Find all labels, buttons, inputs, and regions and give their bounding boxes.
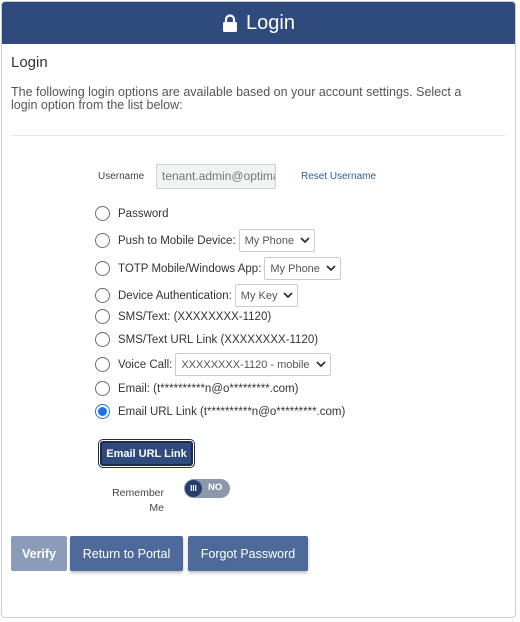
option-sms-url[interactable]: SMS/Text URL Link (XXXXXXXX-1120) — [95, 332, 318, 347]
option-email-url[interactable]: Email URL Link (t**********n@o*********.… — [95, 404, 345, 419]
lock-icon — [222, 13, 238, 33]
totp-device-select[interactable]: My Phone — [264, 257, 341, 280]
device-auth-select[interactable]: My Key — [234, 284, 299, 307]
intro-text: The following login options are availabl… — [11, 85, 462, 112]
option-label: Password — [118, 207, 169, 220]
radio-voice-call[interactable] — [95, 357, 110, 372]
option-sms[interactable]: SMS/Text: (XXXXXXXX-1120) — [95, 309, 271, 324]
push-device-select[interactable]: My Phone — [238, 229, 316, 252]
chevron-down-icon — [300, 237, 310, 244]
option-label: Email: (t**********n@o*********.com) — [118, 382, 299, 395]
divider — [11, 135, 505, 136]
option-totp[interactable]: TOTP Mobile/Windows App: My Phone — [95, 257, 341, 280]
select-value: My Key — [240, 289, 278, 302]
option-label: SMS/Text URL Link (XXXXXXXX-1120) — [118, 333, 319, 346]
radio-push-mobile[interactable] — [95, 233, 110, 248]
radio-email[interactable] — [95, 381, 110, 396]
radio-password[interactable] — [95, 206, 110, 221]
option-label: Email URL Link (t**********n@o*********.… — [118, 405, 346, 418]
radio-sms-url[interactable] — [95, 332, 110, 347]
remember-me-label: Remember Me — [112, 487, 164, 514]
email-url-link-button[interactable]: Email URL Link — [100, 441, 193, 466]
radio-email-url[interactable] — [95, 404, 110, 419]
option-email[interactable]: Email: (t**********n@o*********.com) — [95, 381, 298, 396]
reset-username-link[interactable]: Reset Username — [301, 171, 376, 182]
option-label: Device Authentication: — [118, 289, 232, 302]
option-label: SMS/Text: (XXXXXXXX-1120) — [118, 310, 272, 323]
select-value: My Phone — [270, 262, 320, 275]
option-label: Push to Mobile Device: — [118, 234, 236, 247]
username-field[interactable]: tenant.admin@optimal — [156, 164, 276, 189]
verify-button[interactable]: Verify — [11, 536, 67, 571]
toggle-knob: III — [185, 480, 202, 497]
remember-me-toggle[interactable]: III NO — [184, 479, 230, 498]
forgot-password-button[interactable]: Forgot Password — [188, 536, 308, 571]
option-label: TOTP Mobile/Windows App: — [118, 262, 262, 275]
voice-call-select[interactable]: XXXXXXXX-1120 - mobile — [175, 353, 331, 376]
option-device-auth[interactable]: Device Authentication: My Key — [95, 284, 299, 307]
toggle-state: NO — [208, 482, 223, 493]
chevron-down-icon — [315, 361, 326, 368]
chevron-down-icon — [326, 265, 336, 272]
section-title: Login — [11, 54, 48, 71]
username-label: Username — [98, 171, 145, 182]
radio-sms[interactable] — [95, 309, 110, 324]
option-label: Voice Call: — [118, 358, 173, 371]
radio-totp[interactable] — [95, 261, 110, 276]
option-password[interactable]: Password — [95, 206, 169, 221]
header-bar: Login — [2, 2, 515, 44]
header-title: Login — [246, 11, 295, 34]
select-value: XXXXXXXX-1120 - mobile — [181, 358, 310, 371]
chevron-down-icon — [283, 292, 294, 299]
option-voice-call[interactable]: Voice Call: XXXXXXXX-1120 - mobile — [95, 353, 331, 376]
radio-device-auth[interactable] — [95, 288, 110, 303]
return-to-portal-button[interactable]: Return to Portal — [70, 536, 183, 571]
login-panel: Login Login The following login options … — [1, 1, 516, 618]
select-value: My Phone — [244, 234, 295, 247]
option-push-mobile[interactable]: Push to Mobile Device: My Phone — [95, 229, 316, 252]
